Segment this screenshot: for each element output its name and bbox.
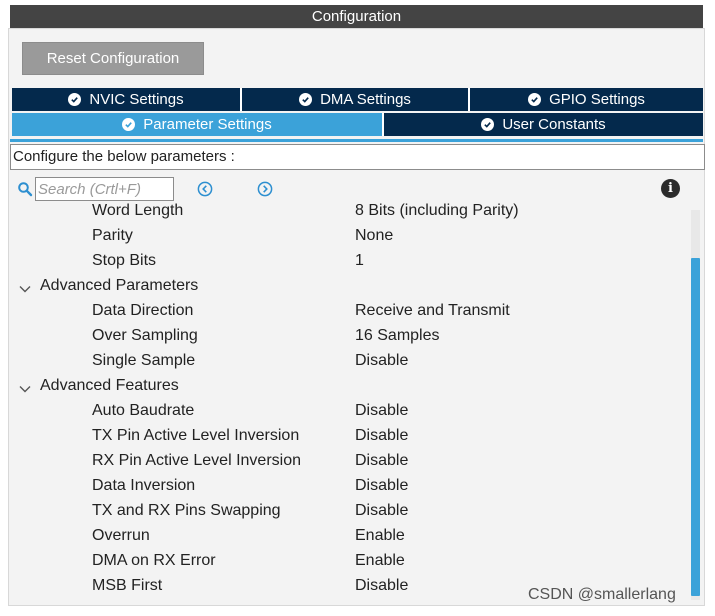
check-circle-icon [68, 93, 82, 106]
param-value[interactable]: Disable [355, 498, 408, 523]
param-value[interactable]: Enable [355, 548, 405, 573]
param-row-data-direction[interactable]: Data Direction Receive and Transmit [10, 298, 688, 323]
param-name: Over Sampling [92, 327, 198, 344]
param-value[interactable]: Disable [355, 398, 408, 423]
param-name: Auto Baudrate [92, 402, 195, 419]
parameters-description: Configure the below parameters : [10, 144, 705, 170]
chevron-down-icon[interactable] [18, 379, 32, 393]
param-value[interactable]: Disable [355, 448, 408, 473]
tab-label: Parameter Settings [143, 116, 272, 133]
chevron-down-icon[interactable] [18, 279, 32, 293]
check-circle-icon [299, 93, 313, 106]
tab-nvic-settings[interactable]: NVIC Settings [12, 88, 242, 111]
param-name: Data Inversion [92, 477, 196, 494]
param-name: Parity [92, 227, 133, 244]
param-value[interactable]: None [355, 223, 393, 248]
param-row-stop-bits[interactable]: Stop Bits 1 [10, 248, 688, 273]
param-name: RX Pin Active Level Inversion [92, 452, 301, 469]
param-row-dma-on-rx-error[interactable]: DMA on RX Error Enable [10, 548, 688, 573]
param-row-pins-swapping[interactable]: TX and RX Pins Swapping Disable [10, 498, 688, 523]
param-value[interactable]: Disable [355, 473, 408, 498]
tab-gpio-settings[interactable]: GPIO Settings [470, 88, 703, 111]
tab-user-constants[interactable]: User Constants [384, 113, 703, 136]
param-value[interactable]: Receive and Transmit [355, 298, 510, 323]
param-name: Overrun [92, 527, 150, 544]
param-name: DMA on RX Error [92, 552, 216, 569]
param-row-single-sample[interactable]: Single Sample Disable [10, 348, 688, 373]
param-name: Data Direction [92, 302, 194, 319]
param-row-parity[interactable]: Parity None [10, 223, 688, 248]
tabs-underline [10, 139, 703, 142]
param-value[interactable]: Disable [355, 348, 408, 373]
tab-label: User Constants [502, 116, 606, 133]
window-title: Configuration [10, 5, 703, 28]
param-row-data-inversion[interactable]: Data Inversion Disable [10, 473, 688, 498]
param-name: TX Pin Active Level Inversion [92, 427, 300, 444]
param-name: Word Length [92, 202, 184, 219]
group-name: Advanced Features [40, 377, 179, 394]
param-value[interactable]: 1 [355, 248, 364, 273]
tab-label: DMA Settings [320, 91, 411, 108]
chevron-right-circle-icon[interactable] [257, 181, 273, 197]
reset-configuration-button[interactable]: Reset Configuration [22, 42, 204, 75]
param-name: Stop Bits [92, 252, 157, 269]
search-icon[interactable] [17, 181, 33, 197]
param-row-rx-pin-inversion[interactable]: RX Pin Active Level Inversion Disable [10, 448, 688, 473]
param-value[interactable]: 8 Bits (including Parity) [355, 201, 519, 223]
tab-parameter-settings[interactable]: Parameter Settings [12, 113, 384, 136]
param-row-auto-baudrate[interactable]: Auto Baudrate Disable [10, 398, 688, 423]
param-value[interactable]: Disable [355, 423, 408, 448]
param-row-tx-pin-inversion[interactable]: TX Pin Active Level Inversion Disable [10, 423, 688, 448]
check-circle-icon [528, 93, 542, 106]
param-value[interactable]: 16 Samples [355, 323, 440, 348]
param-name: MSB First [92, 577, 163, 594]
param-value[interactable]: Disable [355, 573, 408, 598]
param-name: TX and RX Pins Swapping [92, 502, 281, 519]
group-row-advanced-parameters[interactable]: Advanced Parameters [10, 273, 688, 298]
tab-dma-settings[interactable]: DMA Settings [242, 88, 470, 111]
check-circle-icon [481, 118, 495, 131]
param-value[interactable]: Enable [355, 523, 405, 548]
tab-label: GPIO Settings [549, 91, 645, 108]
check-circle-icon [122, 118, 136, 131]
group-row-advanced-features[interactable]: Advanced Features [10, 373, 688, 398]
watermark: CSDN @smallerlang [528, 586, 676, 603]
param-name: Single Sample [92, 352, 196, 369]
param-row-overrun[interactable]: Overrun Enable [10, 523, 688, 548]
param-row-word-length[interactable]: Word Length 8 Bits (including Parity) [10, 201, 688, 223]
info-icon[interactable]: i [661, 179, 680, 198]
tab-label: NVIC Settings [89, 91, 184, 108]
scrollbar-thumb[interactable] [691, 258, 700, 596]
param-row-over-sampling[interactable]: Over Sampling 16 Samples [10, 323, 688, 348]
chevron-left-circle-icon[interactable] [197, 181, 213, 197]
group-name: Advanced Parameters [40, 277, 199, 294]
parameter-list: Word Length 8 Bits (including Parity) Pa… [10, 201, 688, 603]
search-input[interactable] [35, 177, 174, 201]
